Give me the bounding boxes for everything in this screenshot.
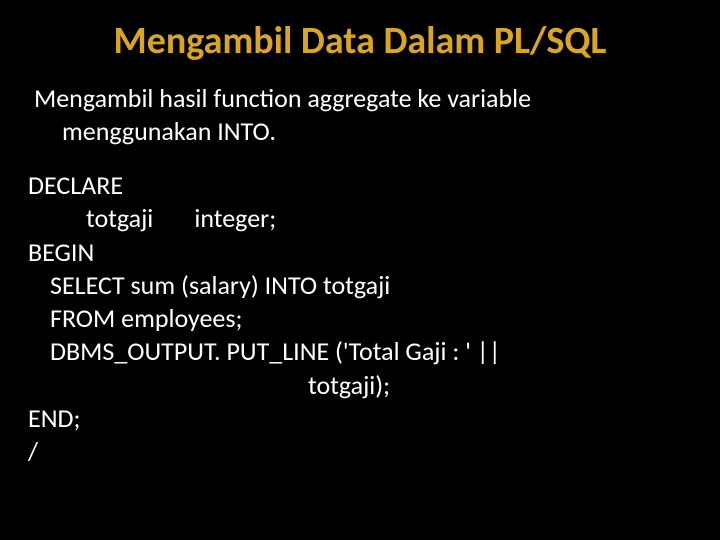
- subtitle-line1: Mengambil hasil function aggregate ke va…: [34, 82, 692, 115]
- slide-subtitle: Mengambil hasil function aggregate ke va…: [28, 82, 692, 147]
- code-line: totgaji);: [28, 369, 692, 402]
- code-line: /: [28, 435, 692, 468]
- subtitle-line2: menggunakan INTO.: [34, 115, 692, 148]
- code-line: DECLARE: [28, 169, 692, 202]
- slide: Mengambil Data Dalam PL/SQL Mengambil ha…: [0, 0, 720, 540]
- code-line: SELECT sum (salary) INTO totgaji: [28, 269, 692, 302]
- code-line: END;: [28, 402, 692, 435]
- code-block: DECLARE totgaji integer; BEGIN SELECT su…: [28, 169, 692, 468]
- code-line: BEGIN: [28, 236, 692, 269]
- code-line: FROM employees;: [28, 302, 692, 335]
- code-line: DBMS_OUTPUT. PUT_LINE ('Total Gaji : ' |…: [28, 335, 692, 368]
- code-line: totgaji integer;: [28, 202, 692, 235]
- slide-title: Mengambil Data Dalam PL/SQL: [28, 18, 692, 64]
